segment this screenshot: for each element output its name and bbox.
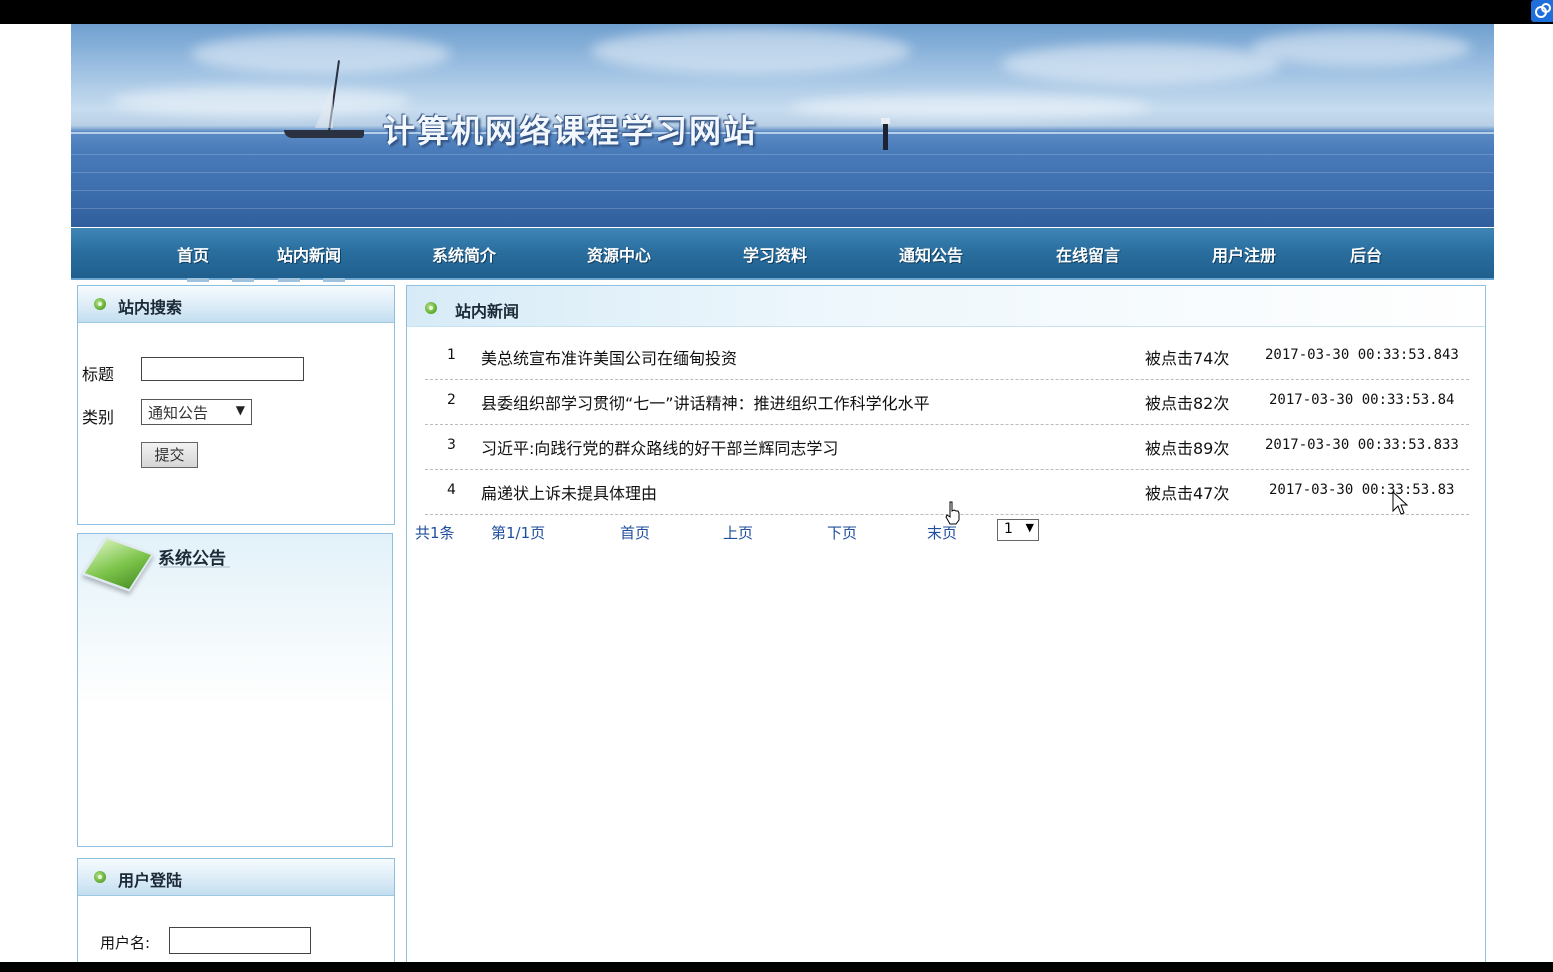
nav-item-messages[interactable]: 在线留言: [1056, 242, 1120, 266]
news-row: 3 习近平:向践行党的群众路线的好干部兰辉同志学习 被点击89次 2017-03…: [425, 424, 1469, 470]
search-panel-header: 站内搜索: [78, 286, 394, 323]
nav-underline-decoration: [187, 278, 209, 282]
nav-item-resources[interactable]: 资源中心: [587, 242, 651, 266]
news-row-time: 2017-03-30 00:33:53.843: [1265, 347, 1459, 363]
bullet-icon: [94, 298, 106, 310]
notice-book-icon: [81, 536, 155, 592]
browser-bottom-bar: [0, 962, 1553, 972]
username-input[interactable]: [169, 927, 311, 954]
nav-item-materials[interactable]: 学习资料: [743, 242, 807, 266]
site-title: 计算机网络课程学习网站: [383, 112, 758, 150]
page-select[interactable]: 1 ▼: [997, 519, 1039, 541]
news-row-number: 2: [447, 392, 456, 408]
submit-button[interactable]: 提交: [141, 442, 198, 468]
link-icon[interactable]: [1531, 0, 1553, 22]
news-row-number: 3: [447, 437, 456, 453]
category-select-value: 通知公告: [148, 404, 209, 422]
login-panel: 用户登陆 用户名:: [77, 858, 395, 963]
nav-item-news[interactable]: 站内新闻: [277, 242, 341, 266]
search-panel: 站内搜索 标题 类别 通知公告 ▼ 提交: [77, 285, 395, 525]
browser-top-bar: [0, 0, 1553, 24]
title-label: 标题: [82, 365, 115, 384]
news-row: 2 县委组织部学习贯彻“七一”讲话精神：推进组织工作科学化水平 被点击82次 2…: [425, 379, 1469, 425]
nav-item-home[interactable]: 首页: [177, 242, 209, 266]
news-row-time: 2017-03-30 00:33:53.83: [1269, 482, 1455, 498]
login-panel-title: 用户登陆: [118, 871, 183, 890]
news-row-time: 2017-03-30 00:33:53.833: [1265, 437, 1459, 453]
news-row-title-link[interactable]: 县委组织部学习贯彻“七一”讲话精神：推进组织工作科学化水平: [481, 390, 930, 414]
bullet-icon: [425, 302, 437, 314]
bullet-icon: [94, 871, 106, 883]
notice-title-underline: [160, 566, 230, 568]
news-row-number: 4: [447, 482, 456, 498]
nav-underline-decoration: [323, 278, 345, 282]
nav-underline-decoration: [278, 278, 300, 282]
news-row-time: 2017-03-30 00:33:53.84: [1269, 392, 1455, 408]
chevron-down-icon: ▼: [1025, 521, 1034, 534]
category-select[interactable]: 通知公告 ▼: [141, 399, 252, 425]
nav-item-intro[interactable]: 系统简介: [432, 242, 496, 266]
search-panel-title: 站内搜索: [118, 298, 183, 317]
news-row-title-link[interactable]: 美总统宣布准许美国公司在缅甸投资: [481, 345, 737, 369]
nav-item-admin[interactable]: 后台: [1350, 242, 1382, 266]
title-search-input[interactable]: [141, 357, 304, 381]
news-row-number: 1: [447, 347, 456, 363]
news-row-title-link[interactable]: 习近平:向践行党的群众路线的好干部兰辉同志学习: [481, 435, 838, 459]
chevron-down-icon: ▼: [235, 403, 245, 417]
news-row-clicks: 被点击82次: [1145, 394, 1230, 413]
news-panel-header: 站内新闻: [407, 286, 1485, 327]
nav-item-register[interactable]: 用户注册: [1212, 242, 1276, 266]
username-label: 用户名:: [100, 934, 151, 952]
news-row-clicks: 被点击89次: [1145, 439, 1230, 458]
nav-underline-decoration: [232, 278, 254, 282]
notice-panel: 系统公告: [77, 533, 393, 847]
news-row: 1 美总统宣布准许美国公司在缅甸投资 被点击74次 2017-03-30 00:…: [425, 334, 1469, 380]
arrow-cursor-icon: [1392, 491, 1408, 515]
news-row-clicks: 被点击47次: [1145, 484, 1230, 503]
pager-total: 共1条: [415, 524, 455, 542]
pager-page-info: 第1/1页: [491, 524, 546, 542]
main-nav: 首页 站内新闻 系统简介 资源中心 学习资料 通知公告 在线留言 用户注册 后台: [71, 228, 1494, 280]
page-select-value: 1: [1004, 521, 1013, 537]
pager-first-link[interactable]: 首页: [620, 522, 650, 543]
pager-next-link[interactable]: 下页: [827, 522, 857, 543]
news-row-clicks: 被点击74次: [1145, 349, 1230, 368]
hand-cursor-icon: [945, 501, 960, 525]
category-label: 类别: [82, 408, 115, 427]
pager-prev-link[interactable]: 上页: [723, 522, 753, 543]
news-panel: 站内新闻 1 美总统宣布准许美国公司在缅甸投资 被点击74次 2017-03-3…: [406, 285, 1486, 965]
login-panel-header: 用户登陆: [78, 859, 394, 896]
buoy-image: [881, 118, 890, 150]
news-panel-title: 站内新闻: [455, 302, 520, 321]
site-banner: 计算机网络课程学习网站: [71, 24, 1494, 227]
news-row-title-link[interactable]: 扁递状上诉未提具体理由: [481, 480, 657, 504]
nav-item-notices[interactable]: 通知公告: [899, 242, 963, 266]
